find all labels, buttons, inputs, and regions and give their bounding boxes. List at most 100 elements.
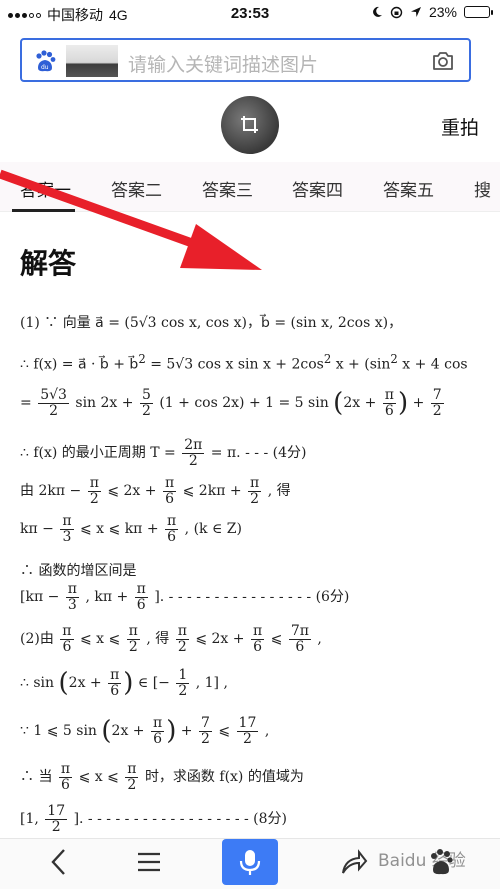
location-icon <box>410 7 421 17</box>
fraction: π6 <box>58 761 73 792</box>
share-icon[interactable] <box>340 847 368 877</box>
numerator: 7π <box>288 623 311 640</box>
baidu-paw-icon[interactable] <box>428 847 454 877</box>
denominator: 6 <box>295 638 305 655</box>
math-text: = π. - - - (4分) <box>210 445 307 462</box>
math-text: , <box>317 631 322 648</box>
solution-line: [1, 17 2 ]. - - - - - - - - - - - - - - -… <box>20 804 287 834</box>
math-text: ⩽ x ⩽ <box>78 769 119 786</box>
numerator: π <box>108 667 122 684</box>
solution-line: (1) ∵ 向量 a⃗ = (5√3 cos x, cos x)，b⃗ = (s… <box>20 315 403 331</box>
fraction: 52 <box>139 388 153 419</box>
numerator: 17 <box>236 715 259 732</box>
numerator: 7 <box>430 387 444 404</box>
battery-percent: 23% <box>428 4 457 20</box>
math-text: ∵ 1 ⩽ 5 sin <box>20 723 97 740</box>
math-text: ⩽ <box>218 723 231 740</box>
fraction: 2π 2 <box>182 438 205 468</box>
tab-answer-1[interactable]: 答案一 <box>20 176 71 201</box>
math-text: ∴ 当 <box>20 769 53 786</box>
math-text: ]. - - - - - - - - - - - - - - - - (6分) <box>154 589 350 606</box>
tab-answer-2[interactable]: 答案二 <box>111 176 162 201</box>
denominator: 2 <box>128 638 138 655</box>
fraction: 7π 6 <box>288 623 311 655</box>
math-paren: ) <box>397 388 409 419</box>
solution-line: ∴ f(x) = a⃗ · b⃗ + b⃗2 = 5√3 cos x sin x… <box>20 352 468 373</box>
math-text: 由 2kπ − <box>20 483 82 500</box>
numerator: π <box>150 715 165 732</box>
numerator: 1 <box>176 667 190 684</box>
fraction: π6 <box>382 388 396 418</box>
tab-answer-4[interactable]: 答案四 <box>292 176 343 201</box>
battery-icon <box>464 6 493 18</box>
math-text: (1 + cos 2x) + 1 = 5 sin <box>159 395 329 412</box>
solution-line: [kπ − π3 , kπ + π6 ]. - - - - - - - - - … <box>20 582 349 612</box>
uploaded-image-thumbnail[interactable] <box>66 45 118 77</box>
solution-line: 由 2kπ − π2 ⩽ 2x + π6 ⩽ 2kπ + π2 , 得 <box>20 476 291 506</box>
math-text: ∈ [− <box>137 675 170 692</box>
moon-icon <box>373 6 382 17</box>
denominator: 2 <box>177 638 187 655</box>
baidu-paw-icon: du <box>36 50 56 72</box>
math-text: ⩽ <box>270 631 283 648</box>
image-search-box[interactable]: du 请输入关键词描述图片 <box>20 38 471 82</box>
denominator: 3 <box>67 596 77 613</box>
math-paren: ) <box>166 716 177 747</box>
denominator: 2 <box>200 730 210 747</box>
math-text: [1, <box>20 811 39 828</box>
numerator: π <box>60 513 74 530</box>
denominator: 6 <box>110 682 120 699</box>
fraction: π3 <box>60 513 74 544</box>
denominator: 6 <box>253 638 263 655</box>
math-paren: ( <box>333 388 344 419</box>
denominator: 6 <box>165 490 175 507</box>
math-text: , 1] , <box>195 675 228 692</box>
math-text: ∴ f(x) 的最小正周期 T = <box>20 445 176 462</box>
status-bar: 中国移动 4G 23:53 23% <box>0 0 500 28</box>
math-text: (2)由 <box>20 631 54 648</box>
numerator: 7 <box>198 715 212 732</box>
retake-button[interactable]: 重拍 <box>441 113 479 140</box>
denominator: 2 <box>141 402 151 419</box>
voice-search-button[interactable] <box>222 839 278 885</box>
tab-answer-5[interactable]: 答案五 <box>383 176 434 201</box>
numerator: π <box>60 623 74 640</box>
tab-search[interactable]: 搜 <box>474 176 491 201</box>
math-paren: ( <box>101 716 112 747</box>
math-text: ⩽ x ⩽ kπ + <box>79 521 159 538</box>
crop-image-button[interactable] <box>221 96 279 154</box>
math-text: x + 4 cos <box>397 356 468 373</box>
numerator: π <box>65 581 79 598</box>
math-text: , 得 <box>267 483 291 500</box>
fraction: 12 <box>176 667 190 698</box>
microphone-icon <box>239 850 261 875</box>
numerator: π <box>134 581 148 598</box>
search-input[interactable]: 请输入关键词描述图片 <box>128 50 318 77</box>
solution-line: ∵ 1 ⩽ 5 sin (2x + π 6) + 72 ⩽ 17 2 , <box>20 716 269 746</box>
fraction: 72 <box>430 387 444 418</box>
math-text: , <box>264 723 270 740</box>
orientation-lock-icon <box>390 6 403 18</box>
fraction: 72 <box>198 715 212 747</box>
fraction: π6 <box>150 715 165 746</box>
math-text: x + (sin <box>331 356 391 373</box>
solution-line: kπ − π3 ⩽ x ⩽ kπ + π6 , (k ∈ Z) <box>20 514 242 544</box>
fraction: π2 <box>125 761 139 792</box>
math-text: [kπ − <box>20 589 60 606</box>
menu-icon[interactable] <box>136 847 162 877</box>
fraction: π2 <box>87 475 101 506</box>
math-text: ⩽ x ⩽ <box>79 631 121 648</box>
numerator: π <box>58 761 73 778</box>
camera-icon[interactable] <box>431 49 455 73</box>
fraction: π6 <box>250 624 265 655</box>
fraction: 17 2 <box>45 804 68 834</box>
back-icon[interactable] <box>48 847 70 877</box>
svg-text:du: du <box>41 64 49 71</box>
tab-answer-3[interactable]: 答案三 <box>202 176 253 201</box>
numerator: π <box>87 475 101 492</box>
active-tab-indicator <box>12 209 75 212</box>
numerator: π <box>125 761 139 778</box>
numerator: π <box>248 475 262 492</box>
solution-line: ∴ f(x) 的最小正周期 T = 2π 2 = π. - - - (4分) <box>20 438 306 468</box>
math-text: sin 2x + <box>75 395 134 412</box>
